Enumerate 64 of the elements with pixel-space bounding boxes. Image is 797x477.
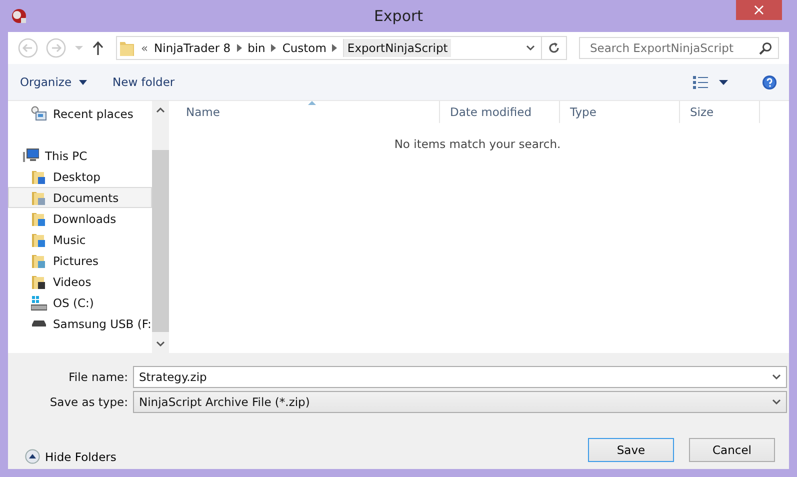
column-header[interactable]: Size	[680, 101, 760, 123]
refresh-button[interactable]	[542, 36, 567, 60]
folder-icon	[31, 168, 47, 184]
sidebar-item[interactable]: Music	[8, 229, 152, 250]
sidebar-item[interactable]: Videos	[8, 271, 152, 292]
dropdown-caret-icon[interactable]	[772, 398, 781, 404]
column-header[interactable]: Date modified	[440, 101, 560, 123]
chevron-icon[interactable]	[332, 44, 338, 52]
help-icon[interactable]	[762, 74, 777, 90]
chevron-icon[interactable]	[236, 44, 242, 52]
folder-icon	[31, 232, 47, 248]
sidebar-item[interactable]: Downloads	[8, 208, 152, 229]
recent-places-icon	[31, 106, 47, 122]
folder-icon	[31, 274, 47, 290]
sidebar-item[interactable]: Documents	[8, 187, 152, 208]
hide-folders-button[interactable]: Hide Folders	[19, 448, 122, 465]
overflow-chevron[interactable]: «	[141, 41, 148, 55]
view-options-icon[interactable]	[693, 75, 709, 89]
computer-icon	[23, 148, 39, 164]
column-header[interactable]: Type	[560, 101, 680, 123]
sidebar-item[interactable]: Samsung USB (F:	[8, 313, 152, 334]
search-field[interactable]: Search ExportNinjaScript	[579, 37, 779, 59]
empty-message: No items match your search.	[393, 137, 562, 151]
folder-icon	[31, 210, 47, 226]
folder-icon	[31, 190, 47, 206]
field-label: Save as type:	[48, 394, 129, 408]
address-bar[interactable]: « NinjaTrader 8 bin Custom ExportNinjaScript	[116, 36, 542, 60]
organize-button[interactable]: Organize	[18, 73, 89, 91]
file-type-dropdown[interactable]: NinjaScript Archive File (*.zip)	[133, 390, 787, 412]
search-icon	[759, 42, 772, 54]
breadcrumb-segment[interactable]: bin	[248, 41, 266, 55]
scrollbar[interactable]	[152, 101, 170, 353]
caret-icon	[78, 80, 87, 84]
usb-drive-icon	[31, 320, 47, 327]
scroll-up-icon[interactable]	[156, 107, 166, 113]
caret-icon[interactable]	[719, 80, 728, 84]
folder-icon	[119, 39, 135, 57]
breadcrumb-segment[interactable]: ExportNinjaScript	[343, 39, 451, 57]
dropdown-caret-icon[interactable]	[772, 374, 781, 380]
refresh-icon	[547, 41, 561, 55]
close-button[interactable]: ×	[736, 0, 782, 20]
sidebar-item[interactable]: Pictures	[8, 250, 152, 271]
save-button[interactable]: Save	[588, 438, 674, 462]
app-icon	[11, 8, 27, 24]
new-folder-button[interactable]: New folder	[110, 73, 177, 91]
breadcrumb-segment[interactable]: Custom	[282, 41, 326, 55]
cancel-button[interactable]: Cancel	[689, 438, 775, 462]
sidebar-item[interactable]: Desktop	[8, 166, 152, 187]
file-name-field[interactable]: Strategy.zip	[133, 366, 787, 388]
sort-arrow-icon	[308, 101, 316, 105]
chevron-icon[interactable]	[271, 44, 276, 52]
field-label: File name:	[68, 370, 129, 384]
scroll-down-icon[interactable]	[156, 341, 166, 347]
sidebar-item[interactable]: OS (C:)	[8, 292, 152, 313]
sidebar-item[interactable]: Recent places	[8, 103, 152, 124]
collapse-icon	[25, 449, 40, 464]
sidebar-item[interactable]: This PC	[8, 145, 152, 166]
drive-icon	[31, 294, 47, 310]
dropdown-caret-icon[interactable]	[526, 45, 535, 51]
column-header[interactable]: Name	[176, 101, 440, 123]
folder-icon	[31, 252, 47, 268]
breadcrumb-segment[interactable]: NinjaTrader 8	[154, 41, 231, 55]
up-arrow-icon[interactable]	[92, 40, 104, 56]
window-title: Export	[374, 7, 424, 25]
